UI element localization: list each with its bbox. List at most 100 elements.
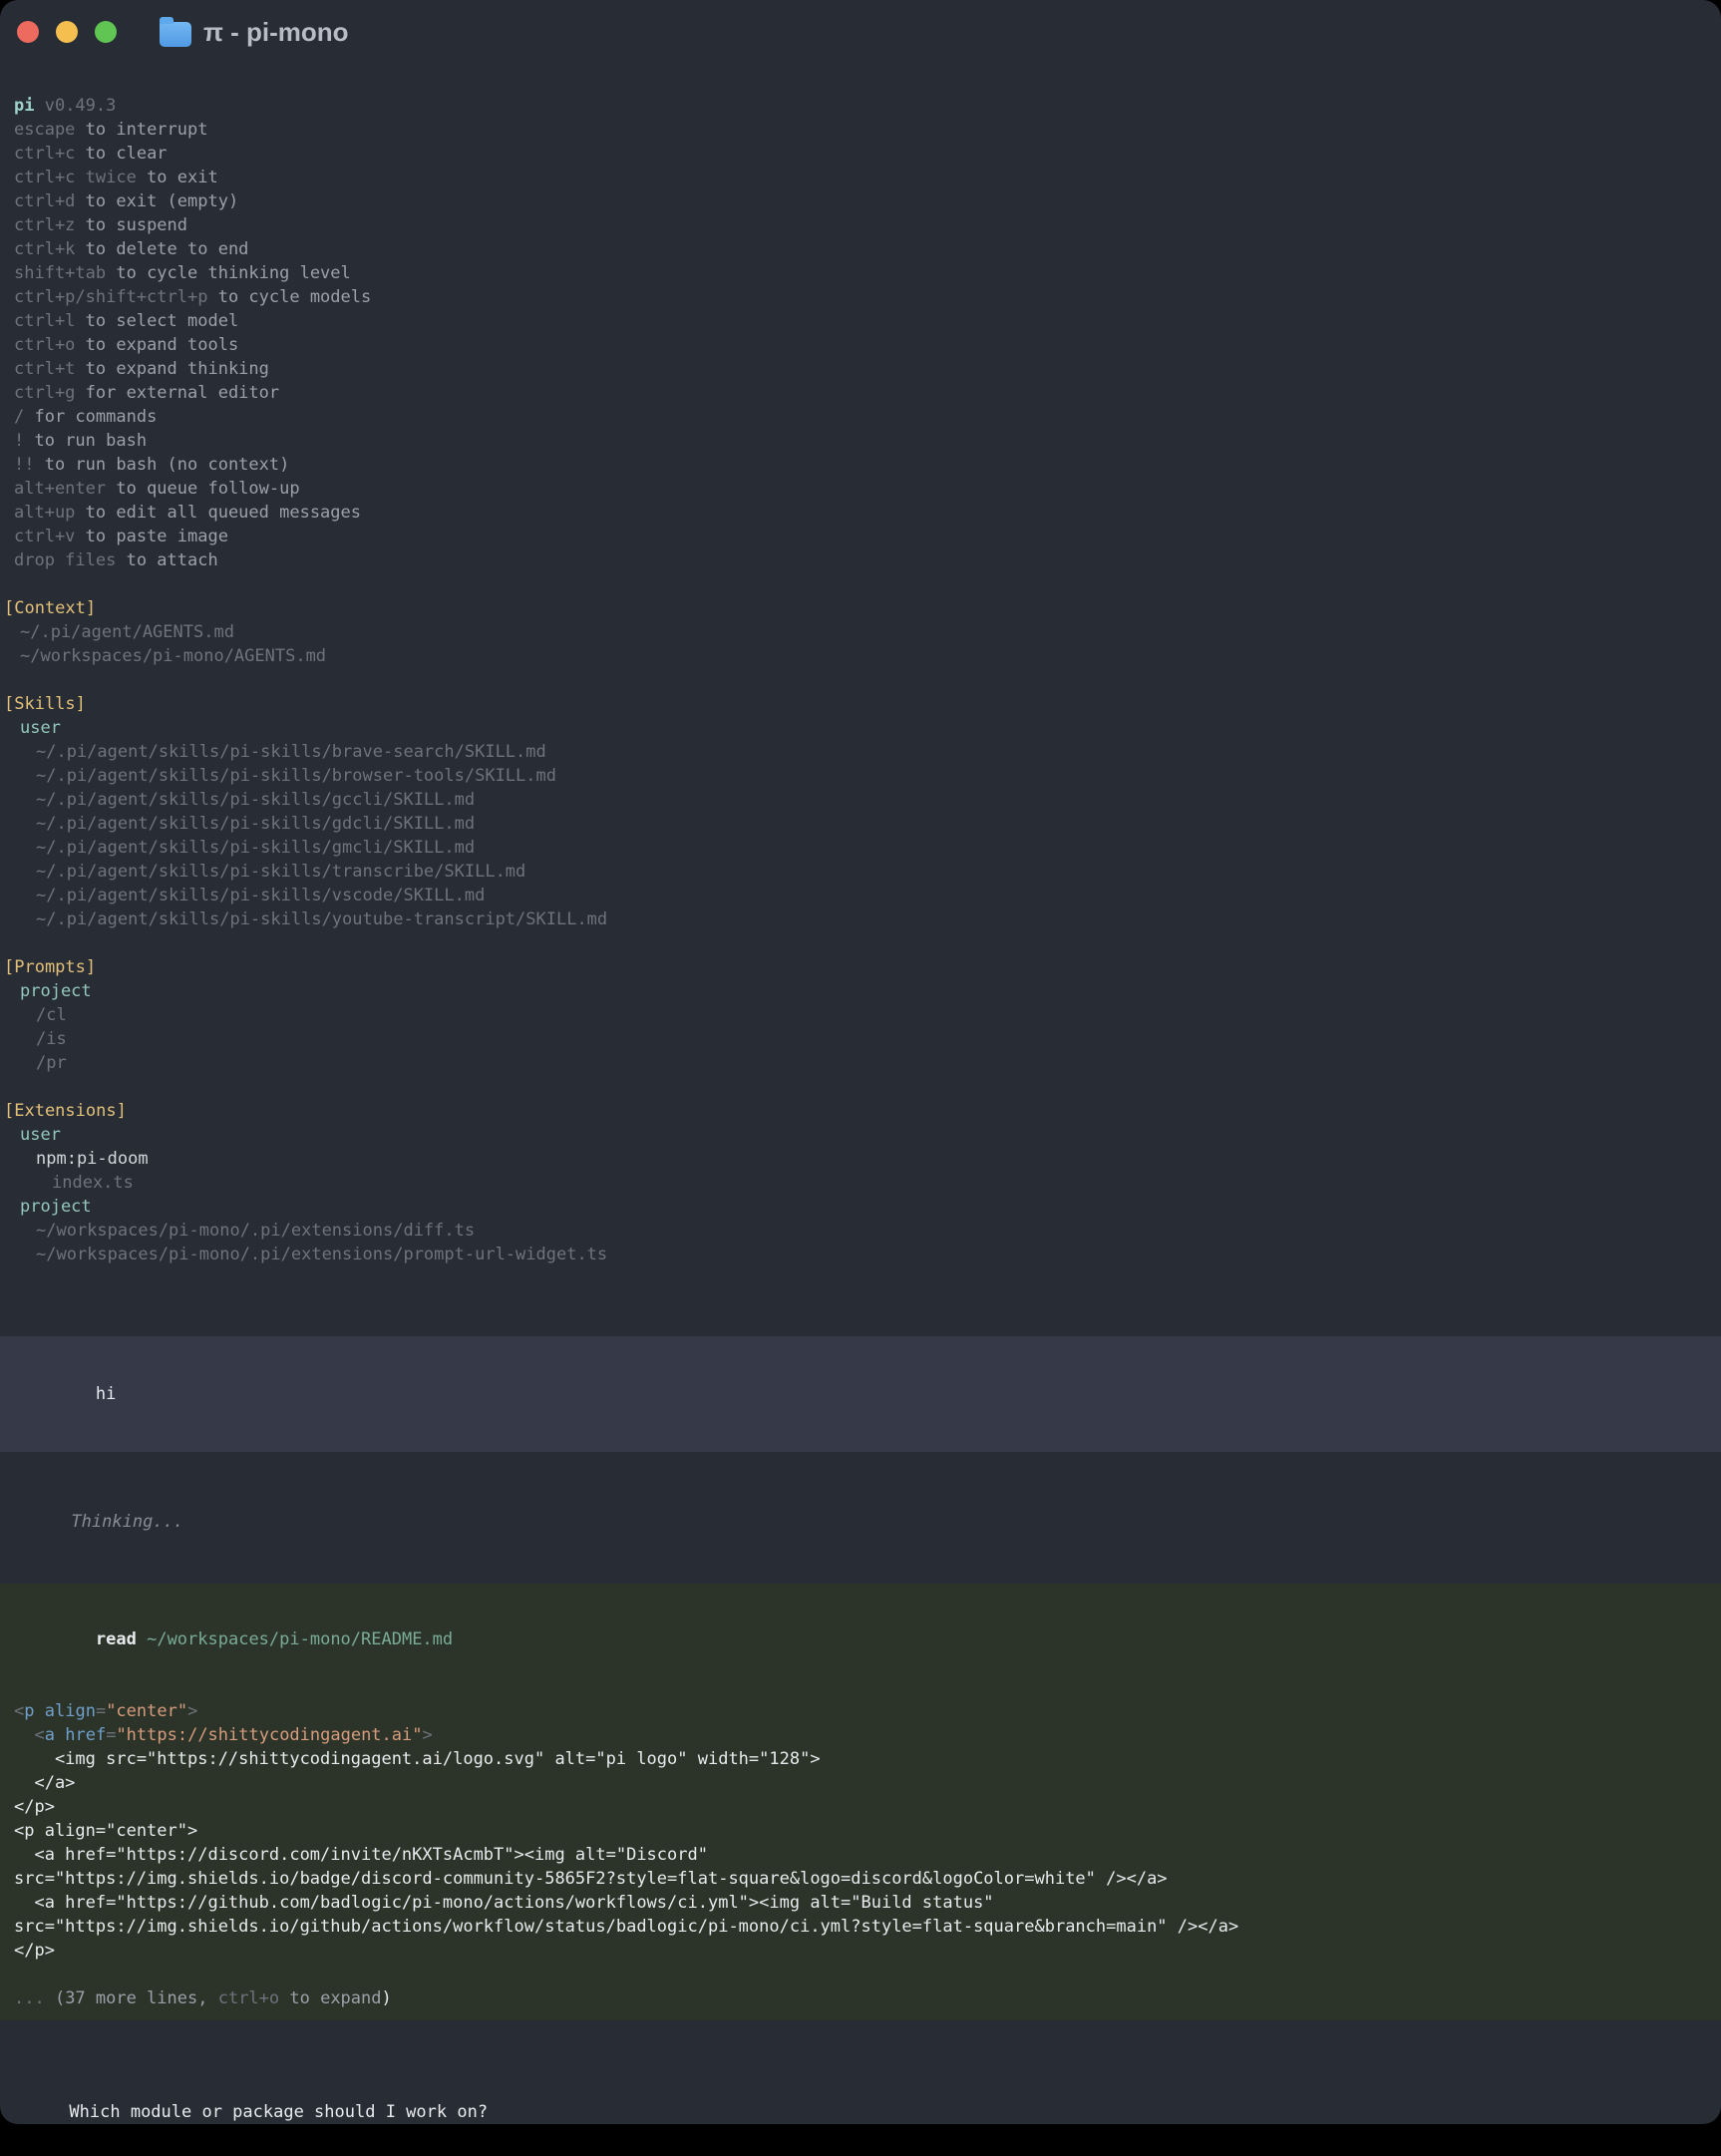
text-segment: <a href="https://discord.com/invite/nKXT… [14, 1845, 708, 1865]
text-segment: ctrl+c [14, 144, 75, 164]
text-segment: [Prompts] [4, 957, 96, 977]
terminal-line: ctrl+v to paste image [14, 525, 1707, 548]
text-segment: to exit [137, 168, 218, 187]
terminal-line: alt+up to edit all queued messages [14, 501, 1707, 525]
text-segment: for commands [24, 407, 157, 427]
text-segment: align [45, 1701, 96, 1721]
text-segment: alt+up [14, 503, 75, 523]
text-segment: > [422, 1725, 432, 1745]
terminal-line: ~/.pi/agent/skills/pi-skills/brave-searc… [4, 740, 1717, 764]
text-segment: ctrl+d [14, 191, 75, 211]
text-segment: ctrl+t [14, 359, 75, 379]
terminal-line: ctrl+c twice to exit [14, 166, 1707, 189]
terminal-line: ctrl+k to delete to end [14, 237, 1707, 261]
text-segment: = [106, 1725, 116, 1745]
text-segment: to clear [75, 144, 167, 164]
text-segment: [Context] [4, 598, 96, 618]
text-segment: ctrl+g [14, 383, 75, 403]
text-segment: > [187, 1701, 197, 1721]
section-context: [Context]~/.pi/agent/AGENTS.md~/workspac… [4, 596, 1717, 668]
text-segment: <a href="https://github.com/badlogic/pi-… [14, 1893, 994, 1913]
zoom-button[interactable] [95, 21, 117, 43]
text-segment: to delete to end [75, 239, 248, 259]
terminal-line: project [4, 1195, 1717, 1219]
terminal-line: ctrl+d to exit (empty) [14, 189, 1707, 213]
terminal-line: /cl [4, 1003, 1717, 1027]
text-segment: ctrl+o [14, 335, 75, 355]
text-segment: to expand [279, 1988, 381, 2008]
text-segment: /is [36, 1029, 67, 1049]
text-segment: < [34, 1725, 44, 1745]
terminal-line: <img src="https://shittycodingagent.ai/l… [14, 1747, 1707, 1771]
text-segment: ~/.pi/agent/skills/pi-skills/transcribe/… [36, 862, 525, 882]
terminal-line: pi v0.49.3 [14, 94, 1707, 118]
text-segment: [Extensions] [4, 1101, 127, 1121]
terminal-line: [Extensions] [4, 1099, 1717, 1123]
text-segment: </p> [14, 1797, 55, 1817]
terminal-line: /pr [4, 1051, 1717, 1075]
text-segment: ~/.pi/agent/skills/pi-skills/gmcli/SKILL… [36, 838, 475, 858]
section-skills: [Skills]user~/.pi/agent/skills/pi-skills… [4, 692, 1717, 931]
terminal-line: </a> [14, 1771, 1707, 1795]
thinking-indicator: Thinking... [0, 1486, 1721, 1558]
text-segment: alt+enter [14, 479, 106, 499]
text-segment: escape [14, 120, 75, 140]
blank-line [14, 1675, 1707, 1699]
terminal-line: ~/.pi/agent/AGENTS.md [4, 620, 1717, 644]
minimize-button[interactable] [56, 21, 78, 43]
terminal-line: <p align="center"> [14, 1819, 1707, 1843]
terminal-line: src="https://img.shields.io/github/actio… [14, 1915, 1707, 1939]
text-segment [55, 1725, 65, 1745]
truncation-notice[interactable]: ... (37 more lines, ctrl+o to expand) [14, 1986, 1707, 2010]
text-segment: ~/.pi/agent/skills/pi-skills/brave-searc… [36, 742, 546, 762]
terminal-line: !! to run bash (no context) [14, 453, 1707, 477]
folder-icon [160, 22, 191, 47]
text-segment: to suspend [75, 215, 187, 235]
thinking-text: Thinking... [71, 1512, 183, 1532]
terminal-line: ~/.pi/agent/skills/pi-skills/vscode/SKIL… [4, 884, 1717, 907]
terminal-line: hi [14, 1358, 1707, 1430]
text-segment: / [14, 407, 24, 427]
greeting-and-shortcuts: pi v0.49.3escape to interruptctrl+c to c… [0, 94, 1721, 572]
text-segment: to run bash (no context) [34, 455, 289, 475]
terminal-line: ~/.pi/agent/skills/pi-skills/youtube-tra… [4, 907, 1717, 931]
close-button[interactable] [17, 21, 39, 43]
titlebar: π - pi-mono [0, 0, 1721, 64]
section-extensions: [Extensions]usernpm:pi-doomindex.tsproje… [4, 1099, 1717, 1266]
terminal-line: <p align="center"> [14, 1699, 1707, 1723]
terminal-line: ~/.pi/agent/skills/pi-skills/transcribe/… [4, 860, 1717, 884]
tool-name: read [96, 1629, 137, 1649]
user-message-text: hi [96, 1384, 116, 1404]
text-segment: p [24, 1701, 34, 1721]
text-segment: ~/.pi/agent/AGENTS.md [20, 622, 234, 642]
terminal-line: </p> [14, 1939, 1707, 1963]
text-segment: ctrl+l [14, 311, 75, 331]
text-segment: to exit (empty) [75, 191, 238, 211]
text-segment: </p> [14, 1941, 55, 1961]
terminal-line: ctrl+z to suspend [14, 213, 1707, 237]
text-segment: "center" [106, 1701, 187, 1721]
terminal-line: drop files to attach [14, 548, 1707, 572]
text-segment: to attach [116, 550, 217, 570]
text-segment: ~/workspaces/pi-mono/.pi/extensions/prom… [36, 1245, 607, 1264]
terminal-line: ! to run bash [14, 429, 1707, 453]
text-segment: ~/workspaces/pi-mono/.pi/extensions/diff… [36, 1221, 475, 1241]
text-segment: to paste image [75, 527, 228, 546]
blank-line [14, 1963, 1707, 1986]
text-segment: drop files [14, 550, 116, 570]
text-segment: src="https://img.shields.io/github/actio… [14, 1917, 1238, 1937]
text-segment: a [45, 1725, 55, 1745]
text-segment: shift+tab [14, 263, 106, 283]
text-segment: ctrl+c twice [14, 168, 137, 187]
text-segment: src="https://img.shields.io/badge/discor… [14, 1869, 1168, 1889]
terminal-line: <a href="https://shittycodingagent.ai"> [14, 1723, 1707, 1747]
text-segment: ~/.pi/agent/skills/pi-skills/gccli/SKILL… [36, 790, 475, 810]
terminal-line: ~/.pi/agent/skills/pi-skills/gmcli/SKILL… [4, 836, 1717, 860]
terminal-line: escape to interrupt [14, 118, 1707, 142]
text-segment: = [96, 1701, 106, 1721]
terminal-line: [Context] [4, 596, 1717, 620]
tool-output-code: <p align="center"> <a href="https://shit… [14, 1699, 1707, 1963]
text-segment: to interrupt [75, 120, 207, 140]
assistant-message: Which module or package should I work on… [0, 2076, 1721, 2124]
terminal-line: ctrl+c to clear [14, 142, 1707, 166]
